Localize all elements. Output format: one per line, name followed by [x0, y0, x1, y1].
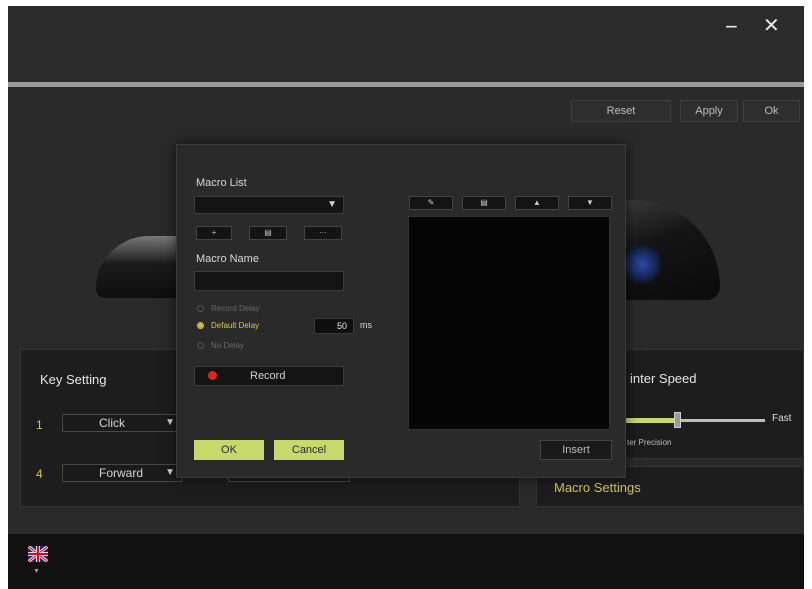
record-delay-radio[interactable]	[197, 305, 204, 312]
key-row-number: 1	[36, 418, 43, 432]
delete-icon[interactable]: ▤	[462, 196, 506, 210]
pencil-icon[interactable]: ✎	[409, 196, 453, 210]
pointer-speed-title: inter Speed	[630, 371, 697, 386]
slider-thumb[interactable]	[674, 412, 681, 428]
dialog-cancel-button[interactable]: Cancel	[274, 440, 344, 460]
record-delay-label: Record Delay	[211, 304, 260, 313]
reset-button[interactable]: Reset	[571, 100, 671, 122]
title-bar: − ✕	[8, 6, 804, 82]
more-button[interactable]: ···	[304, 226, 342, 240]
default-delay-input[interactable]: 50	[314, 318, 354, 334]
language-chevron-icon[interactable]: ▼	[33, 568, 40, 575]
chevron-down-icon: ▼	[327, 199, 337, 210]
move-up-icon[interactable]: ▲	[515, 196, 559, 210]
add-macro-button[interactable]: +	[196, 226, 232, 240]
close-button[interactable]: ✕	[763, 16, 780, 36]
fast-label: Fast	[772, 413, 792, 424]
record-label: Record	[250, 370, 286, 382]
insert-button[interactable]: Insert	[540, 440, 612, 460]
key-row-number: 4	[36, 467, 43, 481]
key-dropdown-1[interactable]: Click ▼	[62, 414, 182, 432]
no-delay-radio[interactable]	[197, 342, 204, 349]
key-dropdown-4[interactable]: Forward ▼	[62, 464, 182, 482]
minimize-button[interactable]: −	[725, 16, 738, 38]
macro-steps-list[interactable]	[408, 216, 610, 430]
key-setting-title: Key Setting	[40, 372, 107, 387]
default-delay-label: Default Delay	[211, 321, 260, 330]
footer-bar	[8, 534, 804, 589]
chevron-down-icon: ▼	[165, 467, 175, 478]
ok-button[interactable]: Ok	[743, 100, 800, 122]
macro-settings-link[interactable]: Macro Settings	[554, 480, 641, 495]
key-dropdown-value: Click	[99, 416, 125, 430]
pointer-precision-label: ter Precision	[627, 438, 672, 447]
record-dot-icon	[208, 371, 217, 380]
key-dropdown-value: Forward	[99, 466, 144, 480]
chevron-down-icon: ▼	[165, 417, 175, 428]
slider-fill	[625, 418, 677, 423]
macro-list-select[interactable]: ▼	[194, 196, 344, 214]
macro-name-input[interactable]	[194, 271, 344, 291]
delete-macro-button[interactable]: ▤	[249, 226, 287, 240]
apply-button[interactable]: Apply	[680, 100, 738, 122]
macro-name-label: Macro Name	[196, 253, 259, 265]
delay-unit-label: ms	[360, 320, 372, 330]
uk-flag-icon[interactable]	[28, 546, 48, 562]
default-delay-radio[interactable]	[197, 322, 204, 329]
dialog-ok-button[interactable]: OK	[194, 440, 264, 460]
no-delay-label: No Delay	[211, 341, 244, 350]
macro-list-label: Macro List	[196, 177, 247, 189]
mouse-led	[622, 244, 662, 284]
move-down-icon[interactable]: ▼	[568, 196, 612, 210]
